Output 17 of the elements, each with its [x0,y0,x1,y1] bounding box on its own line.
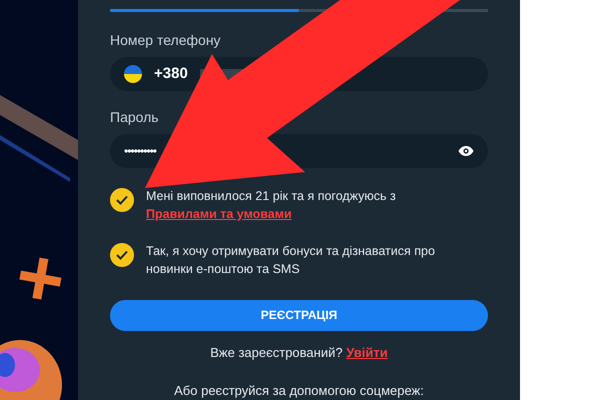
checkbox[interactable] [110,242,134,267]
check-icon [116,250,128,260]
flag-icon [124,64,142,83]
field-label: Номер телефону [110,30,222,50]
password-value: •••••••••• [124,142,156,160]
terms-link[interactable]: Правилами та умовами [146,206,292,221]
consent-text: Так, я хочу отримувати бонуси та дізнаватися про новинки е-поштою та SMS [146,242,436,278]
consent-text: Мені виповнилося 21 рік та я погоджуюсь з Правилами та умовами [146,188,397,223]
phone-value: +380 [154,64,188,84]
eye-icon[interactable] [458,144,474,157]
checkbox[interactable] [110,188,134,212]
check-icon [116,194,128,205]
login-prompt: Вже зареєстрований? Увійти [209,344,389,362]
register-button[interactable]: РЕЄСТРАЦІЯ [110,300,488,331]
social-prompt: Або реєструйся за допомогою соцмереж: [173,382,425,400]
field-label: Пароль [110,108,160,127]
login-link[interactable]: Увійти [346,345,388,360]
